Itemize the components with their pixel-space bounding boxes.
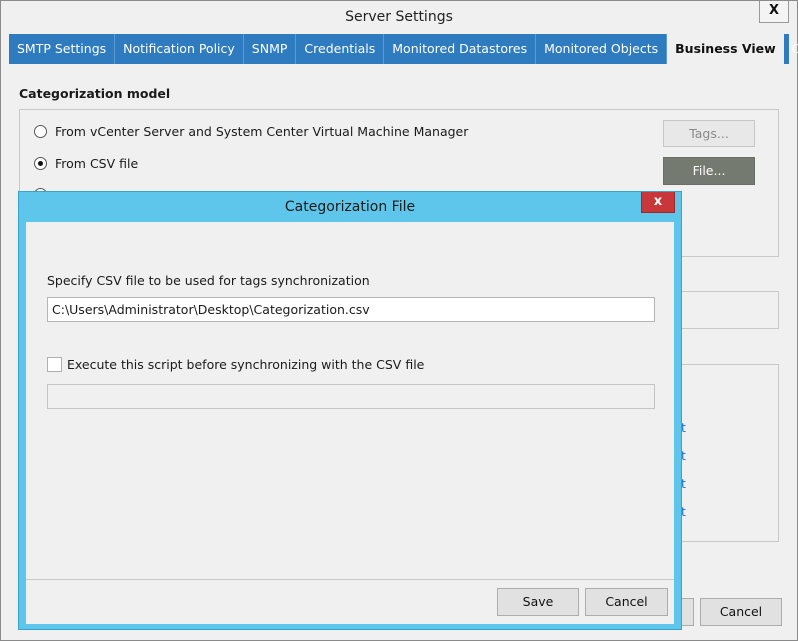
categorization-model-heading: Categorization model (19, 86, 171, 101)
dialog-footer-divider (26, 579, 674, 580)
tab-credentials[interactable]: Credentials (296, 34, 385, 64)
tab-business-view[interactable]: Business View (667, 34, 784, 64)
radio-vcenter-option[interactable]: From vCenter Server and System Center Vi… (34, 124, 468, 139)
window-title: Server Settings (1, 1, 797, 33)
window-close-button[interactable]: X (759, 1, 789, 23)
close-icon: X (768, 3, 780, 18)
execute-script-checkbox[interactable] (47, 357, 62, 372)
tags-button[interactable]: Tags... (663, 120, 755, 147)
radio-csv-label: From CSV file (55, 156, 139, 171)
tab-monitored-objects[interactable]: Monitored Objects (536, 34, 668, 64)
close-icon: x (653, 194, 663, 209)
background-field-box (669, 291, 779, 329)
radio-csv-option[interactable]: From CSV file (34, 156, 138, 171)
dialog-body: Specify CSV file to be used for tags syn… (26, 222, 674, 624)
settings-cancel-button[interactable]: Cancel (700, 598, 782, 626)
csv-file-label: Specify CSV file to be used for tags syn… (47, 273, 370, 288)
tab-snmp[interactable]: SNMP (244, 34, 297, 64)
tab-other[interactable]: Other (784, 34, 798, 64)
file-button[interactable]: File... (663, 157, 755, 185)
save-button[interactable]: Save (497, 588, 579, 616)
radio-vcenter-label: From vCenter Server and System Center Vi… (55, 124, 469, 139)
script-path-input[interactable] (47, 384, 655, 409)
tab-smtp-settings[interactable]: SMTP Settings (9, 34, 116, 64)
execute-script-label: Execute this script before synchronizing… (67, 357, 425, 372)
radio-vcenter[interactable] (34, 125, 47, 138)
tab-bar: SMTP Settings Notification Policy SNMP C… (9, 34, 798, 64)
tab-monitored-datastores[interactable]: Monitored Datastores (384, 34, 537, 64)
dialog-title: Categorization File (284, 199, 416, 215)
dialog-close-button[interactable]: x (641, 192, 675, 213)
radio-csv[interactable] (34, 157, 47, 170)
csv-path-input[interactable]: C:\Users\Administrator\Desktop\Categoriz… (47, 297, 655, 322)
categorization-file-dialog: Categorization File x Specify CSV file t… (18, 191, 682, 630)
tab-notification-policy[interactable]: Notification Policy (115, 34, 244, 64)
dialog-cancel-button[interactable]: Cancel (585, 588, 668, 616)
